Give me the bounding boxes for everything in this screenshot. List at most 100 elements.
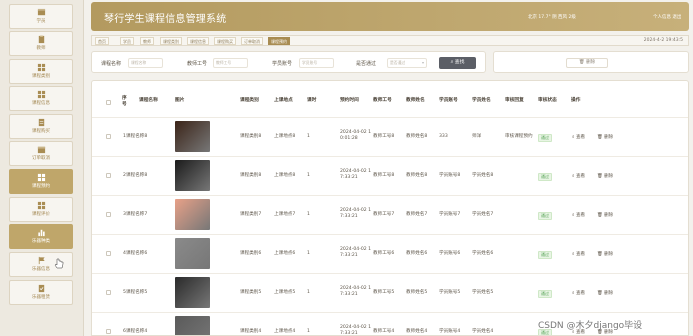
- column-header: 上课地点: [274, 98, 293, 103]
- view-label: 查看: [575, 291, 585, 296]
- row-checkbox[interactable]: [106, 173, 111, 178]
- cell-sid: 学员账号7: [439, 212, 461, 217]
- row-checkbox[interactable]: [106, 212, 111, 217]
- delete-button[interactable]: 🗑 删除: [597, 212, 613, 218]
- cell-category: 课程类别7: [240, 212, 262, 217]
- course-name-input[interactable]: 课程名称: [128, 58, 163, 68]
- delete-button[interactable]: 🗑 删除: [597, 134, 613, 140]
- delete-label: 删除: [604, 213, 614, 218]
- view-label: 查看: [575, 252, 585, 257]
- cell-tid: 教师工号8: [373, 134, 395, 139]
- user-icon: [37, 8, 45, 16]
- sidebar-item-label: 教师: [36, 46, 46, 51]
- bar-chart-icon: [37, 229, 45, 237]
- view-button[interactable]: ⌕ 查看: [572, 251, 585, 257]
- view-button[interactable]: ⌕ 查看: [572, 212, 585, 218]
- user-menu[interactable]: 个人信息 退出: [653, 14, 681, 20]
- row-checkbox[interactable]: [106, 329, 111, 334]
- status-badge: 通过: [538, 251, 552, 259]
- search-label-teacher-id: 教师工号: [187, 61, 208, 67]
- cell-tid: 教师工号6: [373, 251, 395, 256]
- view-button[interactable]: ⌕ 查看: [572, 173, 585, 179]
- course-image: [175, 199, 210, 230]
- clipboard-check-icon: [38, 284, 44, 293]
- sidebar-item-instrument-rental[interactable]: 乐器租赁: [9, 280, 73, 305]
- delete-button[interactable]: 🗑 删除: [597, 290, 613, 296]
- sidebar-item-student[interactable]: 学员: [9, 4, 73, 29]
- cell-time: 2024-04-02 17:33:21: [340, 169, 372, 180]
- sidebar-item-course-category[interactable]: 课程类别: [9, 59, 73, 84]
- sidebar-item-label: 课程预约: [32, 184, 50, 189]
- weather-info: 北京 17.7° 阴 西风 2级: [528, 15, 576, 20]
- grid-icon: [37, 90, 45, 99]
- sidebar-item-course-review[interactable]: 课程评价: [9, 197, 73, 222]
- tab-teacher[interactable]: 教师: [140, 37, 154, 45]
- search-label-student-account: 学员账号: [272, 61, 293, 67]
- grid-icon: [37, 63, 45, 72]
- sidebar-item-course-booking[interactable]: 课程预约: [9, 169, 73, 194]
- status-badge: 通过: [538, 134, 552, 142]
- sidebar-item-label: 乐器种类: [32, 239, 50, 244]
- tab-order-cancel[interactable]: 订单取消: [241, 37, 263, 45]
- tab-home[interactable]: 首页: [95, 37, 109, 45]
- row-checkbox[interactable]: [106, 251, 111, 256]
- cell-tname: 教师姓名4: [406, 329, 428, 334]
- view-button[interactable]: ⌕ 查看: [572, 290, 585, 296]
- delete-label: 删除: [604, 252, 614, 257]
- chevron-down-icon: ▾: [421, 60, 424, 65]
- approved-select[interactable]: 是否通过 ▾: [387, 58, 427, 68]
- tab-course-booking[interactable]: 课程预约: [268, 37, 290, 45]
- view-label: 查看: [575, 135, 585, 140]
- search-button[interactable]: ⌕ 查找: [439, 57, 476, 69]
- row-checkbox[interactable]: [106, 134, 111, 139]
- cell-hours: 1: [307, 329, 310, 334]
- view-label: 查看: [575, 174, 585, 179]
- batch-delete-button[interactable]: 🗑 删除: [566, 58, 608, 68]
- cell-sname: 师洋: [472, 134, 482, 139]
- tab-course-info[interactable]: 课程信息: [187, 37, 209, 45]
- search-panel: 课程名称 课程名称 教师工号 教师工号 学员账号 学员账号 是否通过 是否通过 ▾…: [91, 51, 486, 73]
- cell-name: 课程名称8: [126, 134, 148, 139]
- column-header: 审核回复: [505, 98, 524, 103]
- cell-category: 课程类别8: [240, 134, 262, 139]
- sidebar-item-label: 乐器租赁: [32, 295, 50, 300]
- tab-student[interactable]: 学员: [120, 37, 134, 45]
- cell-sid: 学员账号5: [439, 290, 461, 295]
- tab-course-purchase[interactable]: 课程购买: [214, 37, 236, 45]
- calendar-icon: [37, 146, 45, 154]
- grid-icon: [37, 201, 45, 210]
- sidebar-item-label: 课程信息: [32, 101, 50, 106]
- search-label-approved: 是否通过: [356, 61, 377, 67]
- sidebar-item-teacher[interactable]: 教师: [9, 31, 73, 56]
- sidebar-item-label: 订单取消: [32, 156, 50, 161]
- course-image: [175, 277, 210, 308]
- delete-button[interactable]: 🗑 删除: [597, 251, 613, 257]
- row-checkbox[interactable]: [106, 290, 111, 295]
- delete-button[interactable]: 🗑 删除: [597, 173, 613, 179]
- cell-name: 课程名称7: [126, 212, 148, 217]
- cell-time: 2024-04-02 10:01:28: [340, 130, 372, 141]
- cell-tname: 教师姓名7: [406, 212, 428, 217]
- sidebar-item-course-info[interactable]: 课程信息: [9, 86, 73, 111]
- column-header: 课程类别: [240, 98, 259, 103]
- app-frame: 学员 教师 课程类别 课程信息 课程购买 订单取消 课程预约 课程评价 乐器种类…: [0, 0, 693, 336]
- view-button[interactable]: ⌕ 查看: [572, 134, 585, 140]
- cell-sname: 学员姓名6: [472, 251, 494, 256]
- sidebar-item-instrument-type[interactable]: 乐器种类: [9, 224, 73, 249]
- sidebar-item-order-cancel[interactable]: 订单取消: [9, 141, 73, 166]
- column-header: 教师工号: [373, 98, 392, 103]
- tab-course-category[interactable]: 课程类别: [160, 37, 182, 45]
- approved-select-value: 是否通过: [390, 60, 406, 65]
- select-all-checkbox[interactable]: [106, 100, 111, 105]
- cell-place: 上课地点4: [274, 329, 296, 334]
- cell-name: 课程名称8: [126, 173, 148, 178]
- current-datetime: 2024-4-2 19:43:5: [643, 38, 683, 43]
- cell-tid: 教师工号5: [373, 290, 395, 295]
- sidebar-item-course-purchase[interactable]: 课程购买: [9, 114, 73, 139]
- cell-category: 课程类别6: [240, 251, 262, 256]
- sidebar-item-label: 课程评价: [32, 212, 50, 217]
- cell-hours: 1: [307, 134, 310, 139]
- teacher-id-input[interactable]: 教师工号: [213, 58, 248, 68]
- student-account-input[interactable]: 学员账号: [299, 58, 334, 68]
- cell-category: 课程类别4: [240, 329, 262, 334]
